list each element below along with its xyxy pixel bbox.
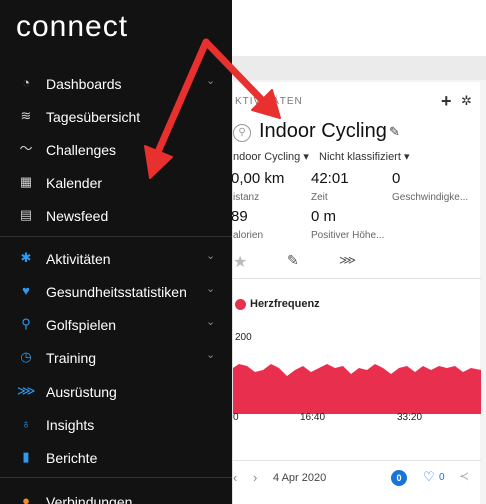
note-icon[interactable]: ✎: [287, 252, 299, 269]
sidebar-item-challenges[interactable]: 〜 Challenges: [0, 134, 232, 166]
share-icon[interactable]: ≺: [459, 469, 469, 483]
card-header: KTIVITÄTEN + ✲: [233, 92, 481, 112]
stat-time-label: Zeit: [311, 192, 328, 203]
card-tabs: ★ ✎ ⋙: [233, 252, 481, 276]
layers-icon: ≋: [20, 108, 32, 123]
like-count: 0: [439, 472, 445, 483]
chevron-down-icon: ⌄: [206, 250, 216, 262]
sidebar-item-tagesuebersicht[interactable]: ≋ Tagesübersicht: [0, 101, 232, 133]
chevron-down-icon: ⌄: [206, 349, 216, 361]
plus-icon[interactable]: +: [441, 92, 452, 110]
sidebar-item-label: Golfspielen: [46, 317, 117, 333]
sidebar-item-label: Dashboards: [46, 76, 122, 92]
divider: [233, 278, 481, 279]
sidebar-divider: [0, 477, 232, 478]
sidebar-item-berichte[interactable]: ▮ Berichte: [0, 442, 232, 474]
sidebar-divider: [0, 236, 232, 237]
stopwatch-icon: ◷: [20, 349, 32, 364]
stat-speed-value: 0: [392, 170, 401, 187]
chevron-right-icon[interactable]: ›: [253, 470, 257, 485]
activity-type-dropdown[interactable]: ndoor Cycling ▾: [233, 150, 309, 163]
sidebar-item-label: Tagesübersicht: [46, 109, 141, 125]
chevron-down-icon: ⌄: [206, 75, 216, 87]
sidebar-item-training[interactable]: ◷ Training ⌄: [0, 342, 232, 374]
sidebar: connect ◔ Dashboards ⌄ ≋ Tagesübersicht …: [0, 0, 232, 504]
app-logo[interactable]: connect: [16, 10, 128, 44]
chevron-down-icon: ⌄: [206, 316, 216, 328]
gear-icon[interactable]: ✲: [461, 94, 472, 108]
sidebar-item-golfspielen[interactable]: ⚲ Golfspielen ⌄: [0, 309, 232, 341]
stat-speed-label: Geschwindigke...: [392, 192, 469, 203]
stat-distance-label: istanz: [233, 192, 260, 203]
x-tick-label: 33:20: [397, 412, 423, 423]
chevron-left-icon[interactable]: ‹: [233, 470, 237, 485]
sidebar-item-label: Ausrüstung: [46, 384, 117, 400]
sidebar-item-newsfeed[interactable]: ▤ Newsfeed: [0, 200, 232, 232]
star-icon[interactable]: ★: [233, 252, 247, 272]
newsfeed-icon: ▤: [19, 207, 33, 222]
x-tick-label: 0: [233, 412, 239, 423]
top-bar: [232, 0, 486, 56]
heart-icon: ♥: [22, 283, 30, 298]
calendar-icon: ▦: [19, 174, 33, 189]
shoe-icon: ⋙: [17, 383, 36, 398]
running-person-icon: ✱: [20, 250, 32, 265]
stat-time-value: 42:01: [311, 170, 349, 187]
sidebar-item-label: Aktivitäten: [46, 251, 111, 267]
sidebar-item-label: Berichte: [46, 450, 98, 466]
pencil-icon[interactable]: ✎: [389, 124, 400, 140]
stat-calories-value: 89: [231, 208, 248, 225]
classification-dropdown[interactable]: Nicht klassifiziert ▾: [319, 150, 409, 163]
chevron-down-icon: ⌄: [206, 283, 216, 295]
heart-rate-chart: [233, 364, 481, 414]
stat-distance-value: 0,00 km: [231, 170, 285, 187]
sidebar-item-aktivitaeten[interactable]: ✱ Aktivitäten ⌄: [0, 243, 232, 275]
heart-rate-area: [233, 364, 481, 414]
stat-calories-label: alorien: [233, 230, 264, 241]
sidebar-item-verbindungen[interactable]: ● Verbindungen: [0, 486, 232, 504]
sidebar-item-ausruestung[interactable]: ⋙ Ausrüstung: [0, 376, 232, 408]
shoe-icon[interactable]: ⋙: [339, 253, 356, 267]
sidebar-item-label: Gesundheitsstatistiken: [46, 284, 187, 300]
sidebar-item-label: Insights: [46, 417, 95, 433]
comment-count-badge[interactable]: 0: [391, 470, 407, 486]
x-tick-label: 16:40: [300, 412, 326, 423]
stat-elevation-label: Positiver Höhe...: [311, 230, 385, 241]
sidebar-item-label: Challenges: [46, 142, 117, 158]
sidebar-item-insights[interactable]: ♁ Insights: [0, 409, 232, 441]
sidebar-item-kalender[interactable]: ▦ Kalender: [0, 167, 232, 199]
bar-chart-icon: ▮: [22, 449, 30, 464]
divider: [233, 460, 481, 461]
sidebar-item-dashboards[interactable]: ◔ Dashboards ⌄: [0, 68, 232, 100]
bike-icon: ⚲: [233, 124, 251, 142]
y-tick-label: 200: [235, 332, 252, 343]
sidebar-item-gesundheitsstatistiken[interactable]: ♥ Gesundheitsstatistiken ⌄: [0, 276, 232, 308]
activity-date: 4 Apr 2020: [273, 472, 327, 484]
legend-label: Herzfrequenz: [250, 298, 320, 310]
lightbulb-icon: ♁: [21, 416, 31, 431]
legend-marker: [235, 299, 246, 310]
activity-title: Indoor Cycling: [259, 120, 387, 142]
sidebar-item-label: Verbindungen: [46, 494, 133, 504]
people-icon: ●: [22, 493, 30, 504]
stat-elevation-value: 0 m: [311, 208, 337, 225]
subheader-strip: [232, 56, 486, 80]
section-label: KTIVITÄTEN: [235, 96, 303, 107]
like-heart-icon[interactable]: ♡: [423, 469, 435, 485]
activity-card: KTIVITÄTEN + ✲ ⚲ Indoor Cycling ✎ ndoor …: [231, 82, 481, 504]
dashboard-icon: ◔: [22, 75, 30, 90]
challenges-icon: 〜: [19, 141, 33, 156]
golfer-icon: ⚲: [21, 316, 31, 331]
sidebar-item-label: Training: [46, 350, 97, 366]
sidebar-item-label: Kalender: [46, 175, 103, 191]
sidebar-item-label: Newsfeed: [46, 208, 109, 224]
